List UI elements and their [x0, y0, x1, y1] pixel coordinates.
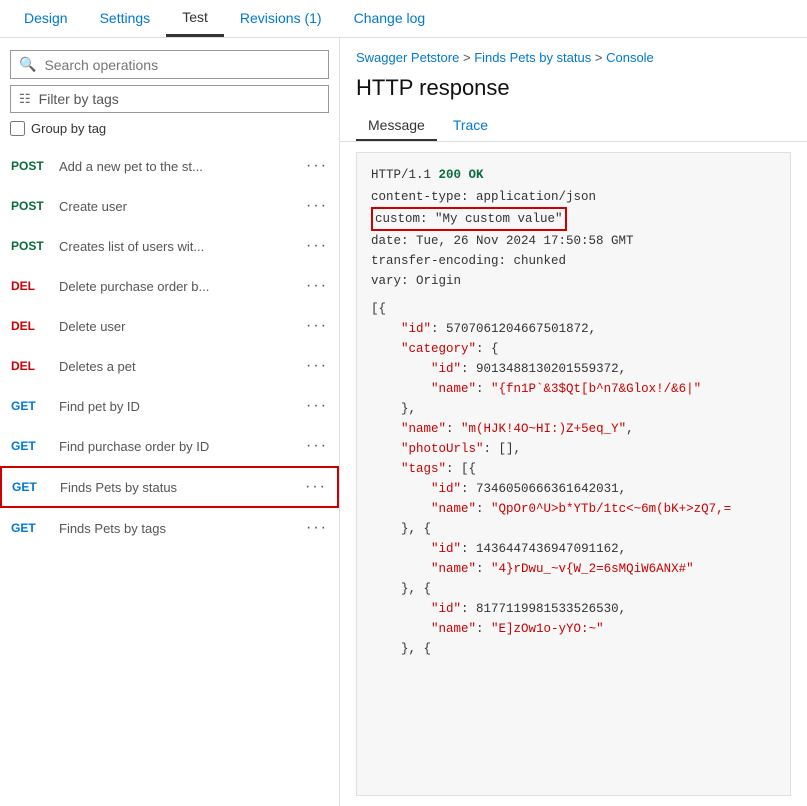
op-method-8: GET	[12, 480, 50, 494]
header-vary: vary: Origin	[371, 271, 776, 291]
op-item-4[interactable]: DEL Delete user ···	[0, 306, 339, 346]
op-dots-6[interactable]: ···	[306, 397, 328, 415]
op-method-1: POST	[11, 199, 49, 213]
breadcrumb-sep2: >	[595, 50, 606, 65]
left-panel: 🔍 ☷ Filter by tags Group by tag POST Add…	[0, 38, 340, 806]
op-label-0: Add a new pet to the st...	[59, 159, 296, 174]
op-dots-3[interactable]: ···	[306, 277, 328, 295]
breadcrumb-sep1: >	[463, 50, 474, 65]
breadcrumb-swagger: Swagger Petstore	[356, 50, 459, 65]
tab-design[interactable]: Design	[8, 0, 84, 37]
top-nav: Design Settings Test Revisions (1) Chang…	[0, 0, 807, 38]
tab-revisions[interactable]: Revisions (1)	[224, 0, 338, 37]
op-label-6: Find pet by ID	[59, 399, 296, 414]
op-label-5: Deletes a pet	[59, 359, 296, 374]
search-box[interactable]: 🔍	[10, 50, 329, 79]
tab-test[interactable]: Test	[166, 0, 224, 37]
json-body: [{ "id": 5707061204667501872, "category"…	[371, 299, 776, 659]
op-method-7: GET	[11, 439, 49, 453]
op-label-8: Finds Pets by status	[60, 480, 295, 495]
tab-changelog[interactable]: Change log	[338, 0, 442, 37]
op-method-4: DEL	[11, 319, 49, 333]
op-item-8[interactable]: GET Finds Pets by status ···	[0, 466, 339, 508]
op-method-6: GET	[11, 399, 49, 413]
main-layout: 🔍 ☷ Filter by tags Group by tag POST Add…	[0, 38, 807, 806]
header-transfer-encoding: transfer-encoding: chunked	[371, 251, 776, 271]
http-status-code: 200 OK	[439, 168, 484, 182]
panel-title: HTTP response	[340, 69, 807, 111]
op-dots-4[interactable]: ···	[306, 317, 328, 335]
op-dots-7[interactable]: ···	[306, 437, 328, 455]
op-label-1: Create user	[59, 199, 296, 214]
op-dots-9[interactable]: ···	[306, 519, 328, 537]
http-version: HTTP/1.1	[371, 168, 439, 182]
op-item-6[interactable]: GET Find pet by ID ···	[0, 386, 339, 426]
op-method-3: DEL	[11, 279, 49, 293]
op-item-3[interactable]: DEL Delete purchase order b... ···	[0, 266, 339, 306]
op-item-5[interactable]: DEL Deletes a pet ···	[0, 346, 339, 386]
op-method-0: POST	[11, 159, 49, 173]
group-by-row: Group by tag	[10, 121, 329, 136]
header-date: date: Tue, 26 Nov 2024 17:50:58 GMT	[371, 231, 776, 251]
group-by-label: Group by tag	[31, 121, 106, 136]
tab-settings[interactable]: Settings	[84, 0, 167, 37]
header-custom: custom: "My custom value"	[371, 207, 776, 231]
search-icon: 🔍	[19, 56, 36, 73]
breadcrumb-operation: Finds Pets by status	[474, 50, 591, 65]
op-item-9[interactable]: GET Finds Pets by tags ···	[0, 508, 339, 548]
op-dots-2[interactable]: ···	[306, 237, 328, 255]
filter-box[interactable]: ☷ Filter by tags	[10, 85, 329, 113]
op-label-4: Delete user	[59, 319, 296, 334]
op-label-3: Delete purchase order b...	[59, 279, 296, 294]
tab-trace[interactable]: Trace	[441, 111, 500, 141]
op-label-2: Creates list of users wit...	[59, 239, 296, 254]
op-item-1[interactable]: POST Create user ···	[0, 186, 339, 226]
filter-label: Filter by tags	[39, 91, 119, 107]
op-item-0[interactable]: POST Add a new pet to the st... ···	[0, 146, 339, 186]
right-panel: Swagger Petstore > Finds Pets by status …	[340, 38, 807, 806]
op-dots-1[interactable]: ···	[306, 197, 328, 215]
op-dots-0[interactable]: ···	[306, 157, 328, 175]
op-method-2: POST	[11, 239, 49, 253]
operations-list: POST Add a new pet to the st... ··· POST…	[0, 146, 339, 806]
op-item-7[interactable]: GET Find purchase order by ID ···	[0, 426, 339, 466]
search-input[interactable]	[44, 57, 320, 73]
op-method-9: GET	[11, 521, 49, 535]
group-by-checkbox[interactable]	[10, 121, 25, 136]
breadcrumb: Swagger Petstore > Finds Pets by status …	[340, 38, 807, 69]
op-item-2[interactable]: POST Creates list of users wit... ···	[0, 226, 339, 266]
filter-icon: ☷	[19, 91, 31, 107]
op-dots-5[interactable]: ···	[306, 357, 328, 375]
op-label-9: Finds Pets by tags	[59, 521, 296, 536]
op-dots-8[interactable]: ···	[305, 478, 327, 496]
custom-header-value: custom: "My custom value"	[371, 207, 567, 231]
tab-message[interactable]: Message	[356, 111, 437, 141]
op-method-5: DEL	[11, 359, 49, 373]
header-content-type: content-type: application/json	[371, 187, 776, 207]
response-body: HTTP/1.1 200 OK content-type: applicatio…	[356, 152, 791, 796]
op-label-7: Find purchase order by ID	[59, 439, 296, 454]
breadcrumb-console: Console	[606, 50, 654, 65]
response-tabs: Message Trace	[340, 111, 807, 142]
